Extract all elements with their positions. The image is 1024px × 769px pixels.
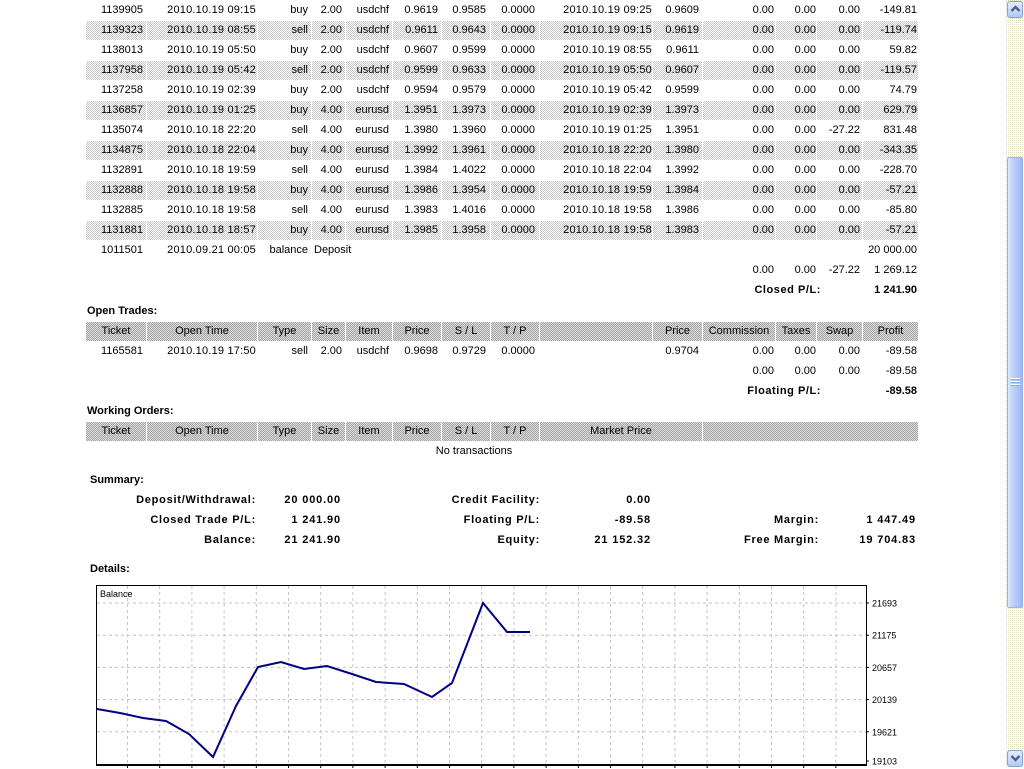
svg-text:21693: 21693 bbox=[872, 599, 897, 609]
svg-text:19103: 19103 bbox=[872, 757, 897, 767]
svg-text:Balance: Balance bbox=[100, 589, 133, 599]
svg-text:20139: 20139 bbox=[872, 695, 897, 705]
svg-text:20657: 20657 bbox=[872, 663, 897, 673]
svg-text:21175: 21175 bbox=[872, 631, 896, 641]
svg-text:19621: 19621 bbox=[872, 727, 897, 737]
